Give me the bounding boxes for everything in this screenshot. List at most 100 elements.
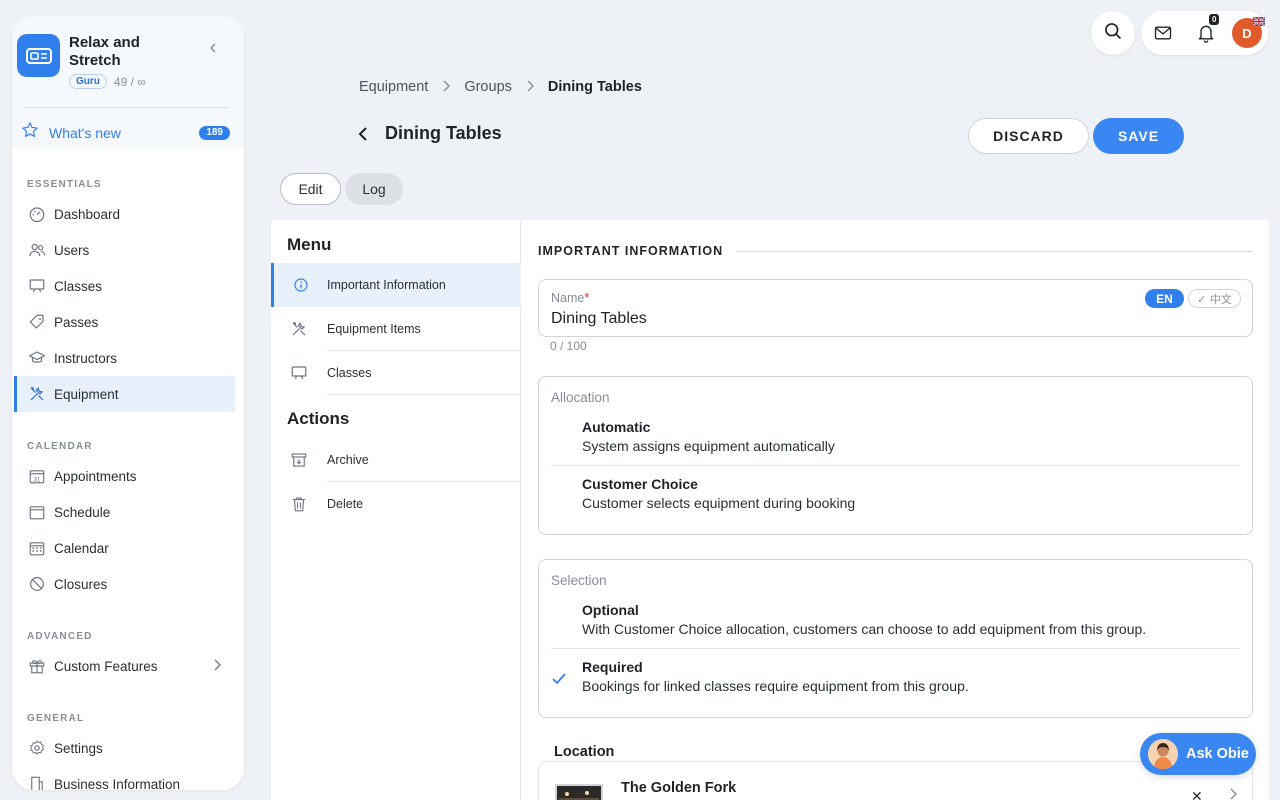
breadcrumb-groups[interactable]: Groups bbox=[464, 79, 512, 95]
name-label-text: Name bbox=[551, 291, 585, 305]
option-description: System assigns equipment automatically bbox=[582, 438, 835, 454]
bell-icon[interactable] bbox=[1196, 22, 1216, 49]
tab-log[interactable]: Log bbox=[345, 173, 403, 205]
mail-icon[interactable] bbox=[1153, 23, 1173, 48]
sidebar-item-classes[interactable]: Classes bbox=[14, 268, 235, 304]
menu-item-important-information[interactable]: Important Information bbox=[271, 263, 521, 307]
checkmark-icon bbox=[552, 672, 566, 690]
whats-new-link[interactable]: What's new 189 bbox=[17, 108, 230, 144]
sidebar-item-label: Calendar bbox=[54, 540, 109, 556]
gift-icon bbox=[27, 656, 47, 676]
trash-icon bbox=[271, 495, 327, 513]
location-label: Location bbox=[554, 744, 615, 760]
allocation-option-customer-choice[interactable]: Customer Choice Customer selects equipme… bbox=[551, 466, 1240, 523]
back-arrow-icon[interactable] bbox=[355, 124, 371, 149]
action-label: Delete bbox=[327, 497, 364, 511]
language-en-toggle[interactable]: EN bbox=[1145, 289, 1184, 308]
location-thumbnail bbox=[555, 784, 603, 800]
menu-item-label: Important Information bbox=[327, 278, 446, 292]
actions-heading: Actions bbox=[287, 409, 350, 428]
section-calendar: CALENDAR bbox=[27, 441, 93, 452]
breadcrumb-equipment[interactable]: Equipment bbox=[359, 79, 428, 95]
chevron-right-icon bbox=[442, 79, 451, 95]
sidebar-item-schedule[interactable]: Schedule bbox=[14, 494, 235, 530]
sidebar-item-equipment[interactable]: Equipment bbox=[14, 376, 235, 412]
collapse-sidebar-icon[interactable] bbox=[208, 40, 218, 56]
chevron-right-icon bbox=[526, 79, 534, 95]
selection-option-optional[interactable]: Optional With Customer Choice allocation… bbox=[551, 592, 1240, 649]
option-description: Customer selects equipment during bookin… bbox=[582, 495, 856, 511]
brand[interactable]: Relax and Stretch Guru 49 / ∞ bbox=[17, 34, 230, 89]
prohibited-icon bbox=[27, 574, 47, 594]
menu-heading: Menu bbox=[287, 235, 332, 254]
brand-name: Relax and Stretch bbox=[69, 34, 140, 69]
member-count: 49 / ∞ bbox=[113, 74, 146, 89]
search-button[interactable] bbox=[1091, 11, 1135, 55]
sidebar-item-label: Dashboard bbox=[54, 206, 121, 222]
sidebar-item-label: Appointments bbox=[54, 468, 137, 484]
sidebar-item-label: Settings bbox=[54, 740, 103, 756]
ask-obie-label: Ask Obie bbox=[1186, 746, 1249, 762]
sidebar-item-dashboard[interactable]: Dashboard bbox=[14, 196, 235, 232]
allocation-group: Allocation Automatic System assigns equi… bbox=[538, 376, 1253, 535]
classes-icon bbox=[271, 364, 327, 382]
sidebar-item-appointments[interactable]: 31 Appointments bbox=[14, 458, 235, 494]
location-name: The Golden Fork bbox=[621, 780, 737, 796]
name-label: Name* bbox=[551, 291, 589, 305]
tab-edit[interactable]: Edit bbox=[280, 173, 341, 205]
calendar-grid-icon bbox=[27, 538, 47, 558]
schedule-icon bbox=[27, 502, 47, 522]
notification-badge: 0 bbox=[1209, 14, 1220, 25]
name-field[interactable]: Name* Dining Tables EN ✓ 中文 bbox=[538, 279, 1253, 337]
sidebar-item-business-information[interactable]: Business Information bbox=[14, 766, 235, 790]
sidebar-item-instructors[interactable]: Instructors bbox=[14, 340, 235, 376]
sidebar-item-custom-features[interactable]: Custom Features bbox=[14, 648, 235, 684]
sidebar-item-label: Schedule bbox=[54, 504, 111, 520]
tools-icon bbox=[27, 384, 47, 404]
brand-logo-icon bbox=[17, 34, 60, 77]
sidebar-item-calendar[interactable]: Calendar bbox=[14, 530, 235, 566]
option-description: Bookings for linked classes require equi… bbox=[582, 678, 969, 694]
chevron-right-icon[interactable] bbox=[1229, 787, 1238, 800]
tools-icon bbox=[271, 320, 327, 338]
sidebar-item-closures[interactable]: Closures bbox=[14, 566, 235, 602]
gear-icon bbox=[27, 738, 47, 758]
assistant-avatar bbox=[1148, 739, 1178, 769]
top-actions: 0 D bbox=[1141, 11, 1268, 55]
save-button[interactable]: SAVE bbox=[1093, 118, 1184, 154]
language-zh-toggle[interactable]: ✓ 中文 bbox=[1188, 289, 1241, 308]
selection-group: Selection Optional With Customer Choice … bbox=[538, 559, 1253, 718]
menu-item-equipment-items[interactable]: Equipment Items bbox=[271, 307, 521, 351]
action-label: Archive bbox=[327, 438, 521, 482]
remove-location-icon[interactable]: ✕ bbox=[1191, 788, 1203, 800]
page-title: Dining Tables bbox=[385, 123, 502, 143]
classes-icon bbox=[27, 276, 47, 296]
menu-item-classes[interactable]: Classes bbox=[271, 351, 521, 395]
sidebar-item-users[interactable]: Users bbox=[14, 232, 235, 268]
name-input-value[interactable]: Dining Tables bbox=[551, 310, 647, 328]
section-advanced: ADVANCED bbox=[27, 631, 93, 642]
star-icon bbox=[21, 121, 39, 144]
action-delete[interactable]: Delete bbox=[271, 482, 521, 526]
section-essentials: ESSENTIALS bbox=[27, 179, 102, 190]
discard-button[interactable]: DISCARD bbox=[968, 118, 1089, 154]
option-title: Customer Choice bbox=[582, 476, 698, 492]
allocation-option-automatic[interactable]: Automatic System assigns equipment autom… bbox=[551, 409, 1240, 466]
sidebar-item-passes[interactable]: Passes bbox=[14, 304, 235, 340]
info-icon bbox=[274, 277, 327, 293]
character-count: 0 / 100 bbox=[550, 339, 587, 353]
action-archive[interactable]: Archive bbox=[271, 438, 521, 482]
tag-icon bbox=[27, 312, 47, 332]
sidebar-item-label: Closures bbox=[54, 576, 108, 592]
option-title: Optional bbox=[582, 602, 639, 618]
selection-option-required[interactable]: Required Bookings for linked classes req… bbox=[551, 649, 1240, 706]
sidebar-item-settings[interactable]: Settings bbox=[14, 730, 235, 766]
option-description: With Customer Choice allocation, custome… bbox=[582, 621, 1147, 637]
graduation-cap-icon bbox=[27, 348, 47, 368]
calendar-day-number: 31 bbox=[34, 477, 41, 483]
ask-obie-button[interactable]: Ask Obie bbox=[1140, 733, 1256, 775]
tier-badge: Guru bbox=[69, 74, 107, 89]
edit-card: Menu Important Information Equipment Ite… bbox=[271, 220, 1269, 800]
sidebar-item-label: Equipment bbox=[54, 386, 119, 402]
breadcrumb: Equipment Groups Dining Tables bbox=[359, 79, 642, 95]
